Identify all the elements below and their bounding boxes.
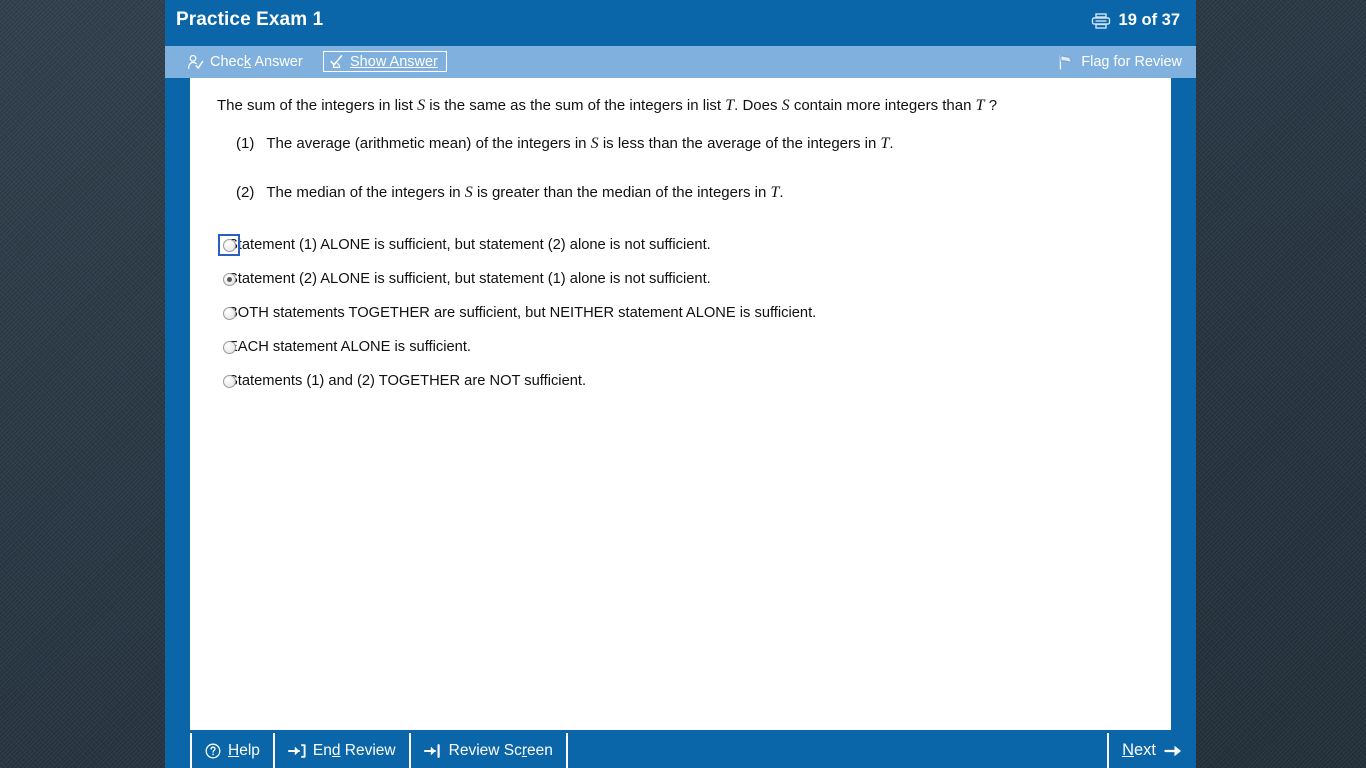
radio-b-wrap[interactable] bbox=[218, 268, 240, 290]
stem-text-2: is the same as the sum of the integers i… bbox=[425, 97, 726, 114]
answer-option-e-label: Statements (1) and (2) TOGETHER are NOT … bbox=[228, 373, 587, 389]
statement-1-var-s: S bbox=[590, 135, 599, 152]
bottom-bar-spacer bbox=[568, 733, 1107, 768]
stem-var-t2: T bbox=[975, 97, 985, 114]
help-button[interactable]: Help bbox=[190, 733, 275, 768]
next-button[interactable]: Next bbox=[1107, 733, 1196, 768]
statement-2-var-s: S bbox=[464, 184, 473, 201]
action-toolbar: Check Answer Show Answer Flag for Review bbox=[165, 46, 1196, 78]
radio-c-wrap[interactable] bbox=[218, 302, 240, 324]
flag-icon bbox=[1057, 54, 1075, 70]
answer-options-list: Statement (1) ALONE is sufficient, but s… bbox=[190, 228, 1171, 398]
answer-option-b[interactable]: Statement (2) ALONE is sufficient, but s… bbox=[190, 262, 1171, 296]
radio-button-d[interactable] bbox=[222, 340, 236, 354]
stem-var-s1: S bbox=[417, 97, 426, 114]
arrow-into-bracket-icon bbox=[287, 743, 306, 759]
statement-1-text: The average (arithmetic mean) of the int… bbox=[266, 135, 893, 153]
show-answer-label: Show Answer bbox=[350, 53, 438, 70]
radio-d-wrap[interactable] bbox=[218, 336, 240, 358]
next-label: Next bbox=[1122, 741, 1156, 759]
answer-option-d-label: EACH statement ALONE is sufficient. bbox=[228, 339, 471, 355]
statement-1-text-c: . bbox=[889, 135, 894, 152]
check-person-icon bbox=[329, 54, 344, 69]
answer-option-c[interactable]: BOTH statements TOGETHER are sufficient,… bbox=[190, 296, 1171, 330]
radio-button-e[interactable] bbox=[222, 374, 236, 388]
review-screen-button[interactable]: Review Screen bbox=[411, 733, 568, 768]
review-screen-label: Review Screen bbox=[448, 741, 553, 759]
exam-application-window: Practice Exam 1 19 of 37 Check Answer Sh… bbox=[165, 0, 1196, 768]
check-answer-button[interactable]: Check Answer bbox=[183, 46, 307, 78]
title-bar: Practice Exam 1 19 of 37 bbox=[165, 0, 1196, 46]
radio-e-wrap[interactable] bbox=[218, 370, 240, 392]
stem-text-4: contain more integers than bbox=[789, 97, 976, 114]
radio-a-focus-ring[interactable] bbox=[218, 234, 240, 256]
statement-2-text-c: . bbox=[779, 184, 784, 201]
printer-icon[interactable] bbox=[1091, 12, 1111, 29]
statement-1-text-a: The average (arithmetic mean) of the int… bbox=[266, 135, 591, 152]
stem-text-3: . Does bbox=[734, 97, 782, 114]
help-label: Help bbox=[228, 741, 260, 759]
statement-1: (1) The average (arithmetic mean) of the… bbox=[236, 135, 1116, 153]
statement-1-number: (1) bbox=[236, 135, 255, 152]
stem-text-5: ? bbox=[984, 97, 998, 114]
statement-2-text-b: is greater than the median of the intege… bbox=[472, 184, 771, 201]
arrow-to-bar-icon bbox=[423, 743, 442, 759]
statement-2: (2) The median of the integers in S is g… bbox=[236, 184, 1116, 202]
flag-for-review-label: Flag for Review bbox=[1081, 54, 1182, 70]
radio-button-c[interactable] bbox=[222, 306, 236, 320]
answer-option-c-label: BOTH statements TOGETHER are sufficient,… bbox=[228, 305, 817, 321]
statement-2-text: The median of the integers in S is great… bbox=[266, 184, 783, 202]
answer-option-d[interactable]: EACH statement ALONE is sufficient. bbox=[190, 330, 1171, 364]
check-answer-label: Check Answer bbox=[210, 54, 303, 70]
radio-button-a[interactable] bbox=[222, 238, 236, 252]
answer-option-a-label: Statement (1) ALONE is sufficient, but s… bbox=[228, 237, 711, 253]
question-stem: The sum of the integers in list S is the… bbox=[217, 96, 1117, 117]
statement-2-text-a: The median of the integers in bbox=[266, 184, 465, 201]
page-counter: 19 of 37 bbox=[1091, 11, 1180, 30]
page-title: Practice Exam 1 bbox=[176, 9, 324, 30]
stem-text-1: The sum of the integers in list bbox=[217, 97, 418, 114]
statement-1-text-b: is less than the average of the integers… bbox=[598, 135, 881, 152]
person-check-icon bbox=[187, 54, 204, 71]
flag-for-review-button[interactable]: Flag for Review bbox=[1053, 46, 1186, 78]
answer-option-e[interactable]: Statements (1) and (2) TOGETHER are NOT … bbox=[190, 364, 1171, 398]
stem-var-t1: T bbox=[725, 97, 735, 114]
question-circle-icon bbox=[205, 743, 221, 759]
stem-var-s2: S bbox=[781, 97, 790, 114]
end-review-button[interactable]: End Review bbox=[275, 733, 411, 768]
arrow-right-icon bbox=[1164, 743, 1183, 759]
radio-button-b[interactable] bbox=[222, 272, 236, 286]
question-page: The sum of the integers in list S is the… bbox=[190, 78, 1171, 730]
show-answer-button[interactable]: Show Answer bbox=[323, 51, 447, 72]
bottom-navigation-bar: Help End Review Review Screen Next bbox=[190, 733, 1196, 768]
answer-option-b-label: Statement (2) ALONE is sufficient, but s… bbox=[228, 271, 711, 287]
end-review-label: End Review bbox=[312, 741, 396, 759]
page-counter-label: 19 of 37 bbox=[1118, 11, 1180, 29]
answer-option-a[interactable]: Statement (1) ALONE is sufficient, but s… bbox=[190, 228, 1171, 262]
statement-2-number: (2) bbox=[236, 184, 255, 201]
